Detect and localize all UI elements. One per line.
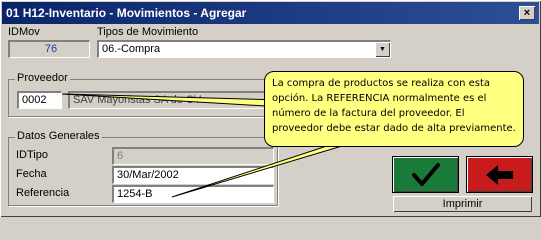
referencia-input[interactable]: 1254-B	[112, 185, 274, 203]
proveedor-name-field: SAV Mayoristas SA de CV	[68, 91, 266, 109]
help-tooltip: La compra de productos se realiza con es…	[264, 71, 524, 147]
idtipo-field: 6	[112, 147, 274, 165]
proveedor-code-input[interactable]: 0002	[17, 91, 62, 109]
window-title-text: H12-Inventario - Movimientos - Agregar	[22, 6, 247, 20]
proveedor-group-title: Proveedor	[15, 72, 70, 84]
print-button[interactable]: Imprimir	[393, 196, 532, 212]
print-button-label: Imprimir	[442, 198, 483, 210]
dropdown-arrow-icon[interactable]: ▼	[375, 42, 390, 57]
accept-button[interactable]	[393, 157, 458, 192]
idmov-label: IDMov	[8, 26, 40, 38]
tipos-movimiento-value: 06.-Compra	[102, 43, 161, 55]
arrow-left-icon	[485, 164, 513, 185]
close-button[interactable]: ×	[519, 6, 535, 20]
close-icon: ×	[523, 7, 531, 19]
check-icon	[411, 162, 440, 186]
dialog-window: 01 H12-Inventario - Movimientos - Agrega…	[0, 0, 541, 217]
datos-generales-group-title: Datos Generales	[15, 130, 102, 142]
referencia-label: Referencia	[16, 187, 70, 199]
window-title: 01 H12-Inventario - Movimientos - Agrega…	[6, 6, 246, 20]
idtipo-label: IDTipo	[16, 149, 48, 161]
app-icon: 01	[6, 6, 20, 20]
tipos-movimiento-label: Tipos de Movimiento	[97, 26, 199, 38]
fecha-input[interactable]: 30/Mar/2002	[112, 166, 274, 184]
help-tooltip-text: La compra de productos se realiza con es…	[272, 78, 516, 134]
cancel-button[interactable]	[467, 157, 532, 192]
idmov-field: 76	[8, 40, 90, 58]
title-bar: 01 H12-Inventario - Movimientos - Agrega…	[2, 2, 539, 24]
tipos-movimiento-select[interactable]: 06.-Compra ▼	[97, 40, 391, 58]
fecha-label: Fecha	[16, 168, 47, 180]
